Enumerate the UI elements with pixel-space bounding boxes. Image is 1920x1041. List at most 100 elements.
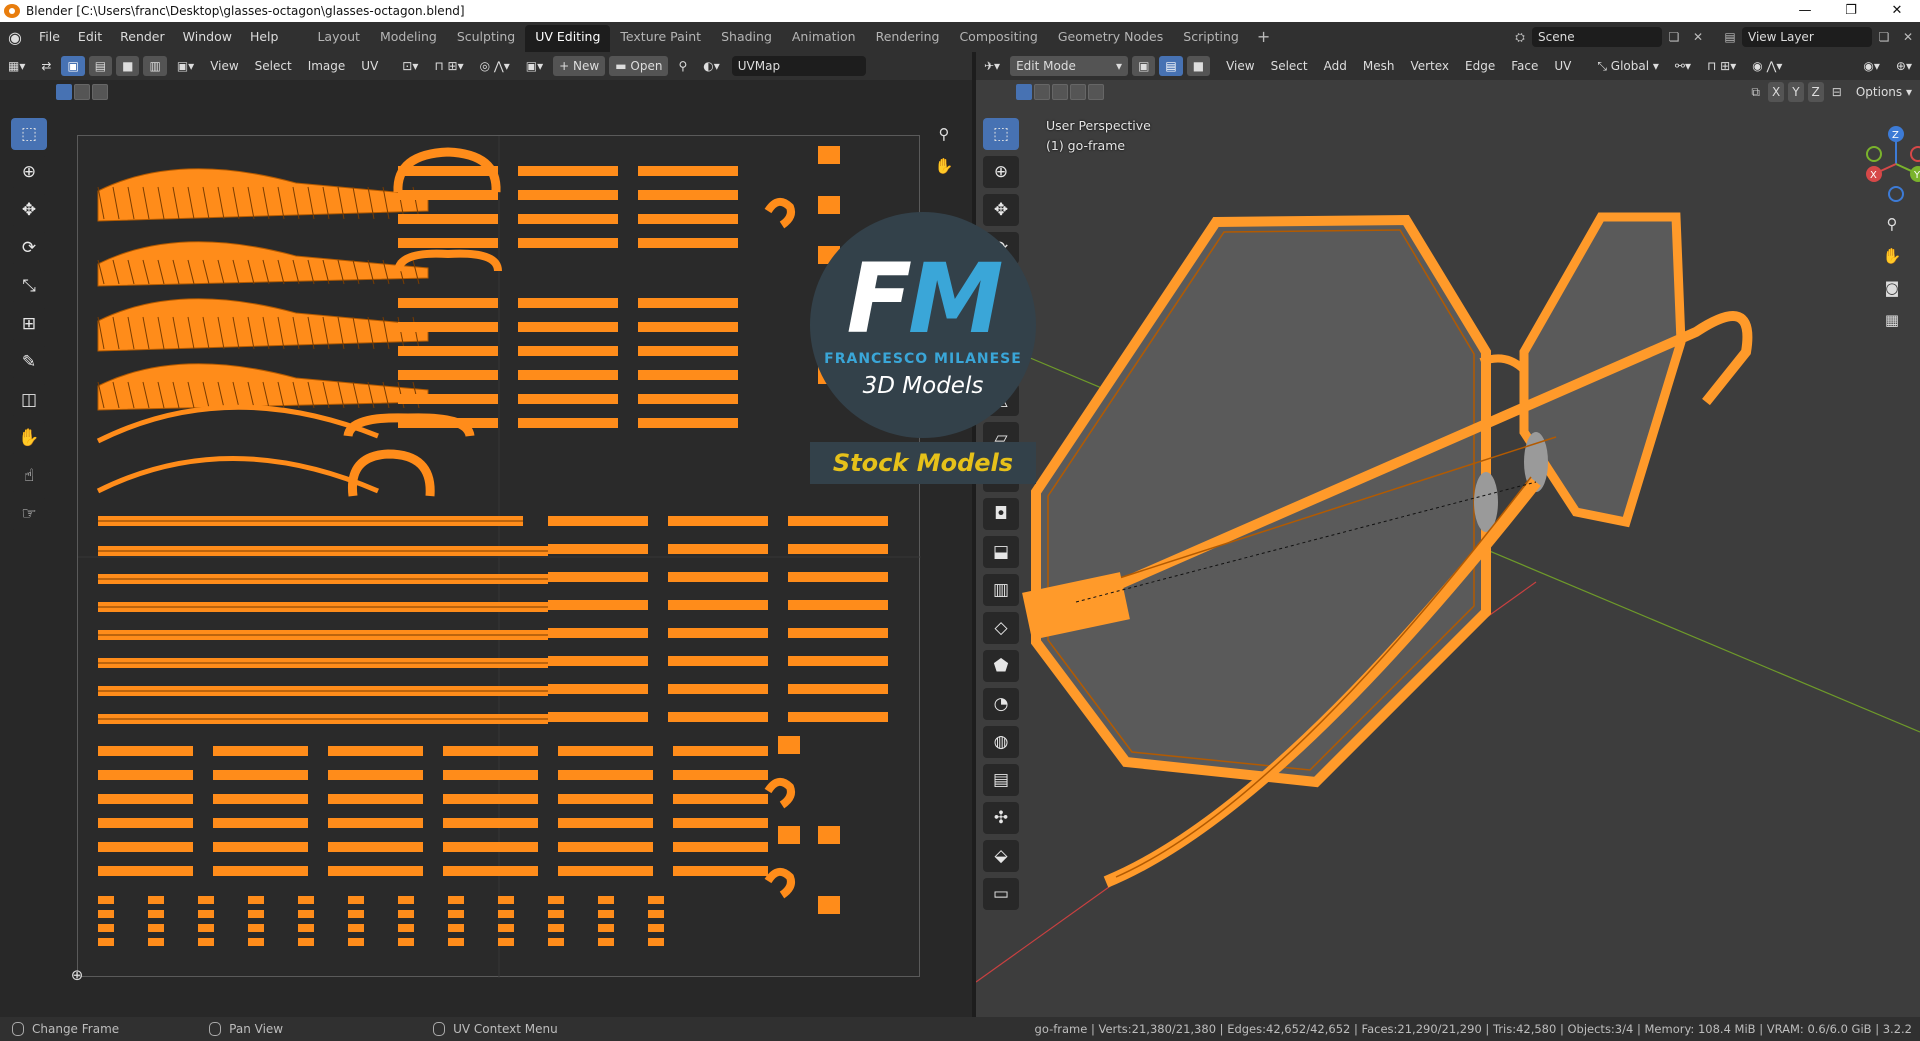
gizmo-toggle-icon[interactable]: ⊕▾ bbox=[1890, 56, 1918, 76]
tab-shading[interactable]: Shading bbox=[711, 25, 782, 52]
new-view-layer-icon[interactable]: ❏ bbox=[1872, 27, 1896, 47]
ortho-toggle-icon[interactable]: ▦ bbox=[1878, 306, 1906, 334]
annotate-tool-icon[interactable]: ✎ bbox=[11, 346, 47, 378]
rotate-tool-icon[interactable]: ⟳ bbox=[11, 232, 47, 264]
new-scene-icon[interactable]: ❏ bbox=[1662, 27, 1686, 47]
tab-rendering[interactable]: Rendering bbox=[866, 25, 950, 52]
vp-loopcut-tool-icon[interactable]: ▥ bbox=[983, 574, 1019, 606]
view-layer-icon[interactable]: ▤ bbox=[1718, 27, 1742, 47]
select-mode-extend-icon[interactable] bbox=[74, 84, 90, 100]
mirror-icon[interactable]: ⧉ bbox=[1751, 85, 1760, 100]
move-tool-icon[interactable]: ✥ bbox=[11, 194, 47, 226]
uv-menu-image[interactable]: Image bbox=[302, 56, 352, 76]
vp-edge-slide-tool-icon[interactable]: ▤ bbox=[983, 764, 1019, 796]
3d-viewport[interactable]: ✈▾ Edit Mode ▾ ▣ ▤ ■ View Select Add Mesh… bbox=[976, 52, 1920, 1017]
vp-menu-uv[interactable]: UV bbox=[1548, 56, 1577, 76]
vp-pivot-icon[interactable]: ⚯▾ bbox=[1669, 56, 1697, 76]
pivot-icon[interactable]: ⊡▾ bbox=[396, 56, 424, 76]
vp-rip-tool-icon[interactable]: ▭ bbox=[983, 878, 1019, 910]
vp-select-invert-icon[interactable] bbox=[1070, 84, 1086, 100]
mirror-z-toggle[interactable]: Z bbox=[1807, 82, 1824, 102]
uvmap-field[interactable]: UVMap bbox=[731, 56, 866, 76]
scene-icon[interactable]: ⛭ bbox=[1508, 27, 1532, 47]
vp-shear-tool-icon[interactable]: ⬙ bbox=[983, 840, 1019, 872]
vp-menu-edge[interactable]: Edge bbox=[1459, 56, 1501, 76]
uv-menu-select[interactable]: Select bbox=[249, 56, 298, 76]
new-image-button[interactable]: + New bbox=[553, 56, 606, 76]
menu-window[interactable]: Window bbox=[174, 22, 241, 52]
edge-select-icon[interactable]: ▤ bbox=[88, 56, 113, 76]
vp-menu-vertex[interactable]: Vertex bbox=[1404, 56, 1455, 76]
uv-islands[interactable] bbox=[78, 136, 921, 978]
vp-spin-tool-icon[interactable]: ◔ bbox=[983, 688, 1019, 720]
mirror-y-toggle[interactable]: Y bbox=[1788, 82, 1804, 102]
tab-texture-paint[interactable]: Texture Paint bbox=[610, 25, 711, 52]
tab-uv-editing[interactable]: UV Editing bbox=[525, 25, 611, 52]
grab-tool-icon[interactable]: ✋ bbox=[11, 422, 47, 454]
scale-tool-icon[interactable]: ⤡ bbox=[11, 270, 47, 302]
vp-pan-icon[interactable]: ✋ bbox=[1878, 242, 1906, 270]
add-workspace-button[interactable]: + bbox=[1249, 22, 1278, 52]
vp-select-intersect-icon[interactable] bbox=[1088, 84, 1104, 100]
vp-menu-face[interactable]: Face bbox=[1505, 56, 1544, 76]
menu-edit[interactable]: Edit bbox=[69, 22, 111, 52]
sticky-mode-icon[interactable]: ▣▾ bbox=[171, 56, 200, 76]
vp-select-new-icon[interactable] bbox=[1016, 84, 1032, 100]
pan-hand-icon[interactable]: ✋ bbox=[930, 152, 958, 180]
edge-mode-icon[interactable]: ▤ bbox=[1159, 56, 1183, 76]
open-image-button[interactable]: ▬ Open bbox=[609, 56, 669, 76]
vp-inset-tool-icon[interactable]: ◘ bbox=[983, 498, 1019, 530]
select-mode-subtract-icon[interactable] bbox=[92, 84, 108, 100]
vp-proportional-icon[interactable]: ◉ ⋀▾ bbox=[1746, 56, 1788, 76]
blender-menu-icon[interactable]: ◉ bbox=[0, 22, 30, 52]
camera-view-icon[interactable]: ◙ bbox=[1878, 274, 1906, 302]
remove-view-layer-icon[interactable]: ✕ bbox=[1896, 27, 1920, 47]
relax-tool-icon[interactable]: ☝ bbox=[11, 460, 47, 492]
menu-file[interactable]: File bbox=[30, 22, 69, 52]
vp-knife-tool-icon[interactable]: ◇ bbox=[983, 612, 1019, 644]
uv-menu-view[interactable]: View bbox=[204, 56, 244, 76]
zoom-icon[interactable]: ⚲ bbox=[930, 120, 958, 148]
scene-field[interactable]: Scene bbox=[1532, 27, 1662, 47]
close-button[interactable]: ✕ bbox=[1874, 0, 1920, 22]
tab-animation[interactable]: Animation bbox=[782, 25, 866, 52]
navigation-gizmo[interactable]: Z Y X bbox=[1856, 122, 1920, 202]
vertex-select-icon[interactable]: ▣ bbox=[61, 56, 85, 76]
tab-geometry-nodes[interactable]: Geometry Nodes bbox=[1048, 25, 1173, 52]
uv-menu-uv[interactable]: UV bbox=[355, 56, 384, 76]
transform-tool-icon[interactable]: ⊞ bbox=[11, 308, 47, 340]
vp-menu-add[interactable]: Add bbox=[1318, 56, 1353, 76]
viewport-editor-type-icon[interactable]: ✈▾ bbox=[978, 56, 1006, 76]
mirror-x-toggle[interactable]: X bbox=[1767, 82, 1785, 102]
vp-menu-mesh[interactable]: Mesh bbox=[1357, 56, 1401, 76]
tab-compositing[interactable]: Compositing bbox=[949, 25, 1047, 52]
tab-layout[interactable]: Layout bbox=[307, 25, 370, 52]
maximize-button[interactable]: ❐ bbox=[1828, 0, 1874, 22]
2d-cursor-icon[interactable]: ⊕ bbox=[62, 960, 92, 990]
island-select-icon[interactable]: ▥ bbox=[143, 56, 167, 76]
viewport-scene[interactable] bbox=[976, 52, 1920, 1017]
vp-smooth-tool-icon[interactable]: ◍ bbox=[983, 726, 1019, 758]
vp-polybuild-tool-icon[interactable]: ⬟ bbox=[983, 650, 1019, 682]
remove-scene-icon[interactable]: ✕ bbox=[1686, 27, 1710, 47]
rip-tool-icon[interactable]: ◫ bbox=[11, 384, 47, 416]
auto-merge-icon[interactable]: ⊟ bbox=[1832, 85, 1842, 99]
tab-scripting[interactable]: Scripting bbox=[1173, 25, 1249, 52]
minimize-button[interactable]: — bbox=[1782, 0, 1828, 22]
options-dropdown[interactable]: Options ▾ bbox=[1850, 82, 1918, 102]
visibility-icon[interactable]: ◉▾ bbox=[1857, 56, 1886, 76]
vp-zoom-icon[interactable]: ⚲ bbox=[1878, 210, 1906, 238]
face-mode-icon[interactable]: ■ bbox=[1186, 56, 1211, 76]
sync-selection-icon[interactable]: ⇄ bbox=[35, 56, 57, 76]
select-box-tool-icon[interactable]: ⬚ bbox=[11, 118, 47, 150]
tab-modeling[interactable]: Modeling bbox=[370, 25, 447, 52]
vertex-mode-icon[interactable]: ▣ bbox=[1132, 56, 1156, 76]
vp-menu-view[interactable]: View bbox=[1220, 56, 1260, 76]
vp-select-tool-icon[interactable]: ⬚ bbox=[983, 118, 1019, 150]
menu-help[interactable]: Help bbox=[241, 22, 288, 52]
vp-select-subtract-icon[interactable] bbox=[1052, 84, 1068, 100]
vp-cursor-tool-icon[interactable]: ⊕ bbox=[983, 156, 1019, 188]
pin-icon[interactable]: ⚲ bbox=[672, 56, 693, 76]
mode-selector[interactable]: Edit Mode ▾ bbox=[1010, 56, 1129, 76]
face-select-icon[interactable]: ■ bbox=[116, 56, 140, 76]
